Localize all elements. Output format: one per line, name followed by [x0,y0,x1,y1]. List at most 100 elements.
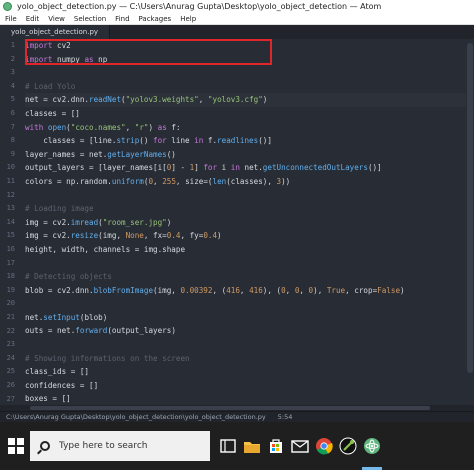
line-number-gutter: 1 2 3 4 5 6 7 8 9 10 11 12 13 14 15 16 17 18 19 20 21 22 23 24 2… [0,39,20,405]
anaconda-icon[interactable] [338,436,358,456]
windows-start-icon[interactable] [8,438,24,454]
status-file-path[interactable]: C:\Users\Anurag Gupta\Desktop\yolo_objec… [6,413,266,421]
menu-selection[interactable]: Selection [69,15,110,23]
code-line[interactable] [25,189,470,203]
task-view-icon[interactable] [218,436,238,456]
code-token: (output_layers) [107,326,176,336]
line-number: 11 [6,177,15,185]
code-token: , fx= [143,231,167,241]
code-line[interactable]: img = cv2.resize(img, None, fx=0.4, fy=0… [25,229,470,243]
horizontal-scroll-thumb[interactable] [30,406,430,410]
line-number: 21 [6,313,15,321]
code-token: uniform [111,176,144,186]
menu-file[interactable]: File [0,15,21,23]
code-line[interactable]: confidences = [] [25,379,470,393]
code-token: 0.4 [166,231,181,241]
cursor-position[interactable]: 5:54 [278,413,293,421]
code-token: net. [25,312,44,322]
code-token: getUnconnectedOutLayers [262,163,368,173]
code-line[interactable] [25,66,470,80]
code-line[interactable] [25,257,470,271]
code-token: len [212,176,227,186]
taskbar-search-box[interactable]: Type here to search [30,431,210,461]
code-token: layer_names = net. [25,149,108,159]
atom-icon[interactable] [362,436,382,456]
code-line[interactable] [25,297,470,311]
code-line[interactable]: blob = cv2.dnn.blobFromImage(img, 0.0039… [25,284,470,298]
code-line[interactable]: boxes = [] [25,392,470,405]
code-line[interactable]: classes = [line.strip() for line in f.re… [25,134,470,148]
code-token: ] [194,163,204,173]
code-line[interactable]: img = cv2.imread("room_ser.jpg") [25,216,470,230]
line-number: 27 [6,394,15,403]
code-token: (img, [98,231,126,241]
tab-yolo-object-detection[interactable]: yolo_object_detection.py [0,25,110,39]
code-token: classes = [] [25,108,80,118]
line-number: 18 [6,272,15,281]
annotation-highlight-box [25,39,272,65]
tab-bar: yolo_object_detection.py [0,25,474,39]
code-line[interactable]: net.setInput(blob) [25,311,470,325]
code-line[interactable]: outs = net.forward(output_layers) [25,324,470,338]
search-placeholder: Type here to search [59,441,148,451]
code-token: (blob) [79,312,108,322]
code-line[interactable]: colors = np.random.uniform(0, 255, size=… [25,175,470,189]
code-token: output_layers = [layer_names[i[ [25,163,167,173]
code-line[interactable]: # Showing informations on the screen [25,352,470,366]
code-line[interactable]: classes = [] [25,107,470,121]
line-number: 3 [10,68,15,77]
code-token: readNet [89,95,122,105]
line-number: 19 [6,285,15,294]
vertical-scrollbar[interactable] [466,39,474,405]
code-line[interactable]: class_ids = [] [25,365,470,379]
menu-help[interactable]: Help [175,15,200,23]
code-line[interactable]: height, width, channels = img.shape [25,243,470,257]
code-token: ), [313,285,327,295]
code-token: , crop= [345,285,378,295]
store-icon[interactable] [266,436,286,456]
line-number: 14 [6,217,15,226]
code-token: forward [75,326,108,336]
line-number: 4 [10,81,15,90]
menu-edit[interactable]: Edit [21,15,44,23]
code-line[interactable]: # Loading image [25,202,470,216]
menu-bar: File Edit View Selection Find Packages H… [0,13,474,25]
window-title: yolo_object_detection.py — C:\Users\Anur… [17,2,382,11]
mail-icon[interactable] [290,436,310,456]
code-token: ) [148,122,158,132]
code-token: False [377,285,401,295]
code-line[interactable]: output_layers = [layer_names[i[0] - 1] f… [25,161,470,175]
vertical-scroll-thumb[interactable] [467,43,473,373]
status-bar: C:\Users\Anurag Gupta\Desktop\yolo_objec… [0,411,474,422]
code-line[interactable] [25,338,470,352]
code-token: confidences = [] [25,380,99,390]
code-line[interactable]: # Load Yolo [25,80,470,94]
code-line[interactable]: # Detecting objects [25,270,470,284]
code-token: colors = np.random. [25,176,112,186]
code-token: True [326,285,346,295]
code-token: img = cv2. [25,231,71,241]
code-line[interactable]: net = cv2.dnn.readNet("yolov3.weights", … [25,93,470,107]
code-token: # Detecting objects [25,272,112,282]
code-line[interactable]: layer_names = net.getLayerNames() [25,148,470,162]
code-area[interactable]: import cv2 import numpy as np # Load Yolo… [25,39,470,405]
code-token: ), ( [262,285,282,295]
line-number: 24 [6,353,15,362]
code-token: i [217,163,231,173]
code-token: line [166,136,195,146]
line-number: 26 [6,381,15,389]
code-line[interactable]: with open("coco.names", "r") as f: [25,121,470,135]
code-editor[interactable]: 1 2 3 4 5 6 7 8 9 10 11 12 13 14 15 16 17 18 19 20 21 22 23 24 2… [0,39,474,405]
file-explorer-icon[interactable] [242,436,262,456]
menu-find[interactable]: Find [110,15,133,23]
code-token: setInput [43,312,80,322]
menu-view[interactable]: View [43,15,69,23]
code-token: net. [239,163,263,173]
chrome-icon[interactable] [314,436,334,456]
line-number: 7 [10,122,15,131]
code-token: , [285,285,295,295]
code-token: ) [166,217,172,227]
menu-packages[interactable]: Packages [134,15,176,23]
line-number: 25 [6,367,15,376]
code-token: , fy= [180,231,204,241]
